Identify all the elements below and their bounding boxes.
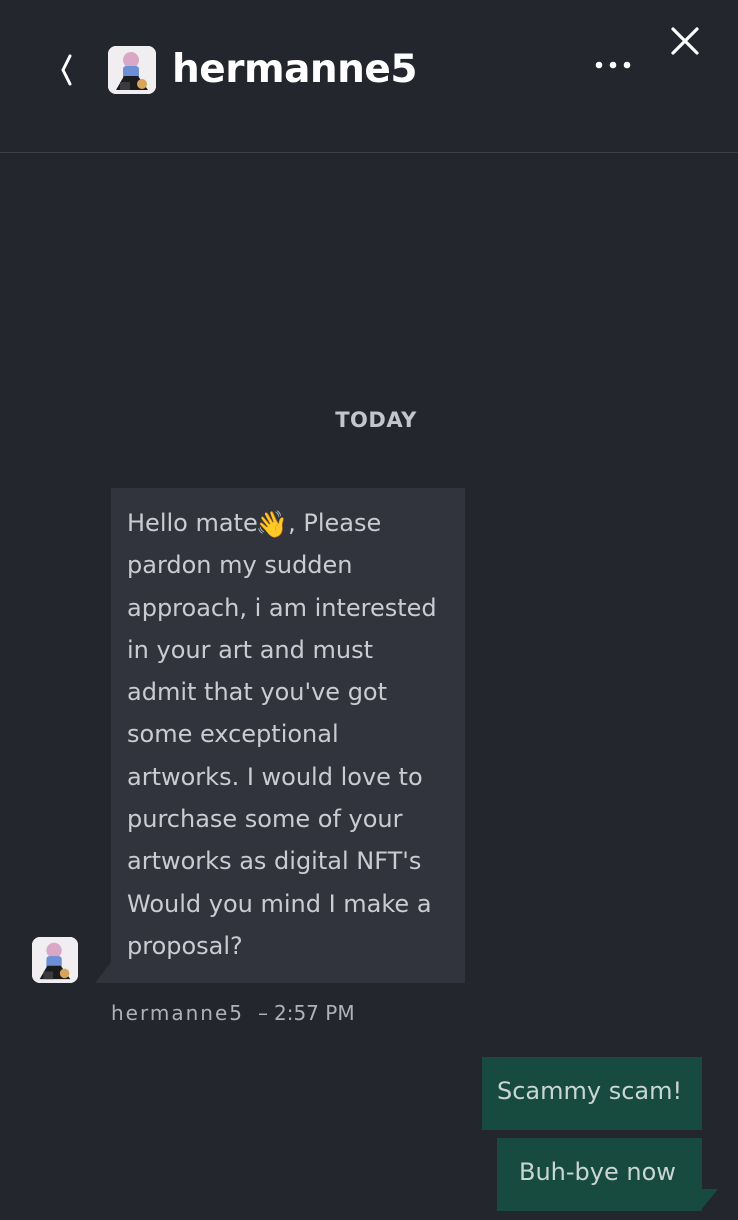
outgoing-message-text: Buh-bye now (519, 1158, 676, 1186)
avatar-image (32, 937, 78, 983)
incoming-bubble-tail (95, 962, 111, 983)
sender-name[interactable]: hermanne5 (111, 1001, 244, 1025)
outgoing-bubble-tail (700, 1189, 718, 1211)
message-text-part: , Please (288, 509, 382, 537)
message-text-part: Hello mate (127, 509, 258, 537)
message-line-10: Would you mind I make a (127, 889, 432, 918)
message-timestamp: 2:57 PM (273, 1001, 355, 1025)
chat-header: hermanne5 (0, 0, 738, 153)
message-line-2: pardon my sudden (127, 551, 353, 580)
message-meta: hermanne5–2:57 PM (111, 1001, 355, 1025)
close-button[interactable] (666, 22, 704, 60)
sender-avatar[interactable] (32, 937, 78, 983)
more-options-button[interactable] (592, 52, 636, 78)
message-line-11: proposal? (127, 931, 243, 960)
waving-hand-emoji: 👋 (255, 510, 289, 540)
close-icon (671, 27, 699, 55)
outgoing-message-text: Scammy scam! (497, 1077, 683, 1105)
outgoing-message-bubble[interactable]: Buh-bye now (497, 1138, 702, 1211)
more-horizontal-icon (595, 61, 631, 69)
chat-screen: hermanne5 TODAY Hello mate👋, Please pard… (0, 0, 738, 1220)
message-line-5: admit that you've got (127, 678, 388, 707)
incoming-message-bubble[interactable]: Hello mate👋, Please pardon my sudden app… (111, 488, 465, 983)
message-line-6: some exceptional (127, 720, 339, 749)
message-line-9: artworks as digital NFT's (127, 847, 422, 876)
back-button[interactable] (50, 50, 80, 90)
message-line-1: Hello mate👋, Please (127, 502, 451, 544)
message-line-3: approach, i am interested (127, 593, 437, 622)
chat-title: hermanne5 (172, 47, 418, 92)
chevron-left-icon (61, 54, 72, 86)
outgoing-message-bubble[interactable]: Scammy scam! (482, 1057, 702, 1130)
meta-dash: – (257, 1001, 268, 1025)
date-separator: TODAY (335, 408, 417, 432)
avatar-image (108, 46, 156, 94)
message-line-8: purchase some of your (127, 805, 403, 834)
message-line-4: in your art and must (127, 635, 373, 664)
message-line-7: artworks. I would love to (127, 762, 423, 791)
header-avatar[interactable] (108, 46, 156, 94)
